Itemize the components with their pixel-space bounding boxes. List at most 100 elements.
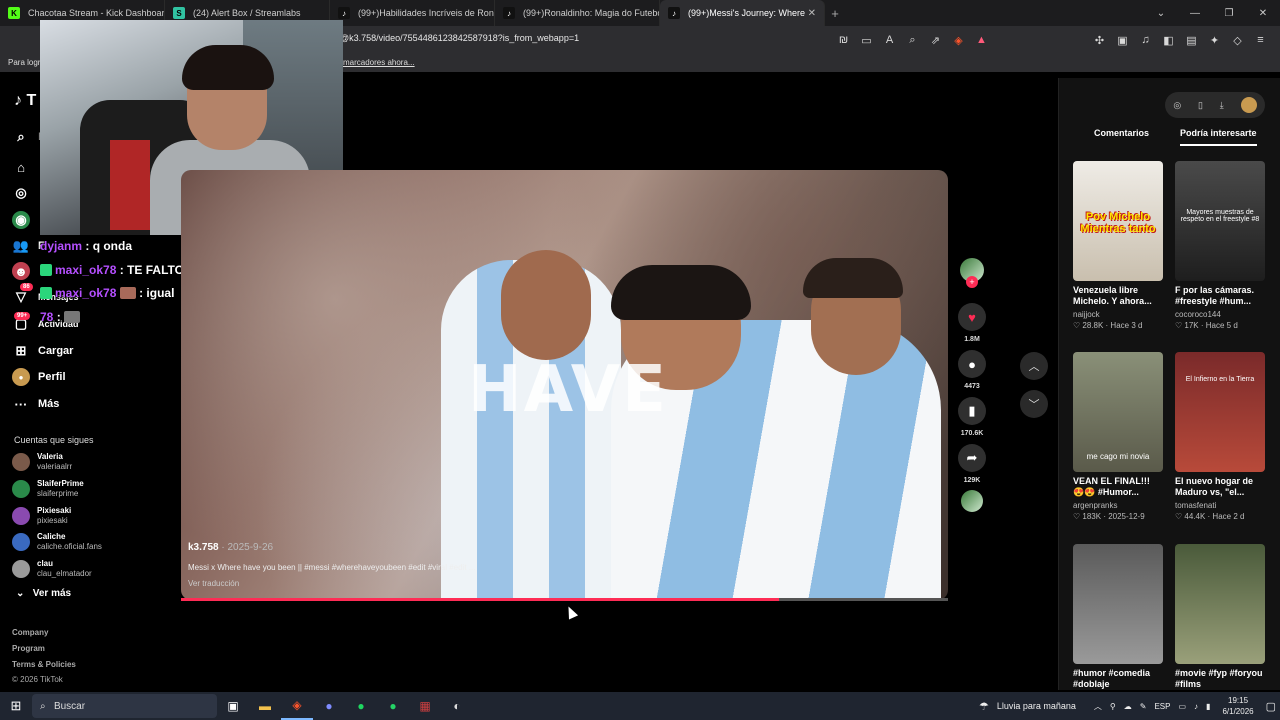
following-name: Caliche (37, 532, 66, 541)
sidebar-item-more[interactable]: ··· Más (12, 395, 60, 413)
thumbnail-caption: El Infierno en la Tierra (1185, 376, 1255, 383)
windows-start-button[interactable]: ⊞ (0, 698, 32, 714)
chevron-up-icon[interactable]: ︿ (1094, 701, 1102, 712)
video-progress-bar[interactable] (181, 598, 948, 601)
comment-button[interactable]: ● 4473 (956, 350, 988, 390)
save-count: 170.6K (960, 430, 984, 437)
task-view-icon[interactable]: ▣ (217, 692, 249, 720)
footer-terms-link[interactable]: Terms & Policies (12, 660, 76, 669)
tiktok-logo[interactable]: ♪ T (14, 92, 36, 110)
whatsapp-icon[interactable]: ● (377, 692, 409, 720)
pen-icon[interactable]: ✎ (1140, 702, 1147, 711)
recommended-video-card[interactable]: #movie #fyp #foryou #films (1175, 544, 1265, 690)
media-icon[interactable]: ₪ (832, 31, 855, 49)
tab-tiktok-messi[interactable]: ♪ (99+)Messi's Journey: Where ✕ (660, 0, 825, 26)
see-more-button[interactable]: ⌄ Ver más (16, 588, 71, 599)
spotify-icon[interactable]: ● (345, 692, 377, 720)
following-item[interactable]: Caliche caliche.oficial.fans (12, 532, 102, 552)
music-disc-button[interactable] (956, 490, 988, 512)
wifi-icon[interactable]: ▭ (1178, 702, 1186, 711)
close-tab-icon[interactable]: ✕ (808, 8, 816, 19)
music-icon[interactable]: ♫ (1134, 31, 1157, 49)
tab-you-may-like[interactable]: Podría interesarte (1180, 128, 1257, 146)
video-author[interactable]: k3.758 · 2025-9-26 (188, 542, 273, 553)
next-video-button[interactable]: ﹀ (1020, 390, 1048, 418)
chat-text: : q onda (85, 239, 133, 253)
screenshot-icon[interactable]: ▣ (1111, 31, 1134, 49)
tab-comments[interactable]: Comentarios (1094, 128, 1149, 138)
cast-icon[interactable]: ▭ (855, 31, 878, 49)
follow-plus-icon[interactable]: + (966, 276, 978, 288)
taskbar-clock[interactable]: 19:15 6/1/2026 (1222, 695, 1253, 717)
sidebar-item-live[interactable]: ◉ (12, 211, 38, 229)
following-item[interactable]: Pixiesaki pixiesaki (12, 506, 71, 526)
zoom-icon[interactable]: ⌕ (901, 31, 924, 49)
extensions-icon[interactable]: ✣ (1088, 31, 1111, 49)
phone-icon[interactable]: ▯ (1198, 100, 1203, 111)
import-bookmarks-link[interactable]: marcadores ahora... (343, 58, 415, 67)
video-description[interactable]: Messi x Where have you been || #messi #w… (188, 563, 475, 572)
footer-company-link[interactable]: Company (12, 628, 48, 637)
previous-video-button[interactable]: ︿ (1020, 352, 1048, 380)
taskbar-search[interactable]: ⌕ Buscar (32, 694, 217, 718)
url-field[interactable]: @k3.758/video/7554486123842587918?is_fro… (340, 33, 579, 43)
recommended-video-card[interactable]: Pov Michelo Mientras tanto Venezuela lib… (1073, 161, 1163, 330)
weather-icon[interactable]: ☂ (979, 700, 989, 713)
discord-icon[interactable]: ● (313, 692, 345, 720)
close-window-button[interactable]: ✕ (1246, 0, 1280, 26)
new-tab-button[interactable]: + (825, 6, 845, 21)
avatar-icon: ◉ (12, 211, 30, 229)
recommended-video-card[interactable]: me cago mi novia VEAN EL FINAL!!! 😍😍 #Hu… (1073, 352, 1163, 521)
thumbnail-caption: Mayores muestras de respeto en el freest… (1180, 209, 1260, 223)
following-item[interactable]: Valeria valeriaalrr (12, 452, 72, 472)
restore-button[interactable]: ❐ (1212, 0, 1246, 26)
like-button[interactable]: ♥ 1.8M (956, 303, 988, 343)
tab-label: (99+)Ronaldinho: Magia do Futebol (523, 8, 660, 18)
video-player[interactable]: HAVE k3.758 · 2025-9-26 Messi x Where ha… (181, 170, 948, 600)
battery-icon[interactable]: ▮ (1206, 702, 1210, 711)
following-item[interactable]: SlaiferPrime slaiferprime (12, 479, 84, 499)
more-icon: ··· (14, 396, 28, 412)
see-translation-link[interactable]: Ver traducción (188, 579, 239, 588)
minimize-button[interactable]: — (1178, 0, 1212, 26)
language-indicator[interactable]: ESP (1154, 702, 1170, 711)
share-button[interactable]: ➦ 129K (956, 444, 988, 484)
avatar[interactable] (1240, 97, 1257, 113)
file-explorer-icon[interactable]: ▬ (249, 692, 281, 720)
save-button[interactable]: ▮ 170.6K (956, 397, 988, 437)
recommended-video-card[interactable]: #humor #comedia #doblaje (1073, 544, 1163, 690)
sidebar-icon[interactable]: ◧ (1157, 31, 1180, 49)
tab-tiktok-ronaldinho-2[interactable]: ♪ (99+)Ronaldinho: Magia do Futebol (495, 0, 660, 26)
sidebar-item-friends[interactable]: ☻ (12, 262, 38, 280)
search-icon: ⌕ (40, 700, 46, 712)
onedrive-icon[interactable]: ☁ (1124, 702, 1132, 711)
brave-browser-icon[interactable]: ◈ (281, 692, 313, 720)
sidebar-item-profile[interactable]: ● Perfil (12, 368, 66, 386)
recommended-video-card[interactable]: Mayores muestras de respeto en el freest… (1175, 161, 1265, 330)
recommended-video-card[interactable]: El Infierno en la Tierra El nuevo hogar … (1175, 352, 1265, 521)
wallet-icon[interactable]: ▤ (1180, 31, 1203, 49)
creator-avatar-button[interactable]: + (956, 258, 988, 288)
sidebar-item-upload[interactable]: ⊞ Cargar (12, 342, 74, 360)
chevron-down-icon[interactable]: ⌄ (1144, 0, 1178, 26)
weather-text[interactable]: Lluvia para mañana (997, 701, 1076, 711)
leo-icon[interactable]: ✦ (1203, 31, 1226, 49)
voicemeeter-icon[interactable]: ▦ (409, 692, 441, 720)
volume-icon[interactable]: ♪ (1194, 702, 1198, 711)
share-icon[interactable]: ⇗ (924, 31, 947, 49)
vpn-icon[interactable]: ◇ (1226, 31, 1249, 49)
rewards-icon[interactable]: ▲ (970, 31, 993, 49)
obs-icon[interactable]: ◐ (441, 692, 473, 720)
menu-icon[interactable]: ≡ (1249, 31, 1272, 49)
translate-icon[interactable]: A (878, 31, 901, 49)
sidebar-item-explore[interactable]: ◎ (12, 184, 38, 202)
following-item[interactable]: clau clau_elmatador (12, 559, 92, 579)
mic-icon[interactable]: ⚲ (1110, 702, 1116, 711)
notification-icon[interactable]: ▢ (1266, 700, 1276, 713)
footer-program-link[interactable]: Program (12, 644, 45, 653)
sidebar-item-home[interactable]: ⌂ (12, 158, 38, 176)
download-icon[interactable]: ⤓ (1220, 100, 1224, 111)
brave-shield-icon[interactable]: ◈ (947, 31, 970, 49)
compass-icon[interactable]: ◎ (1173, 100, 1181, 111)
tab-tiktok-ronaldinho-1[interactable]: ♪ (99+)Habilidades Incríveis de Ronaldin… (330, 0, 495, 26)
